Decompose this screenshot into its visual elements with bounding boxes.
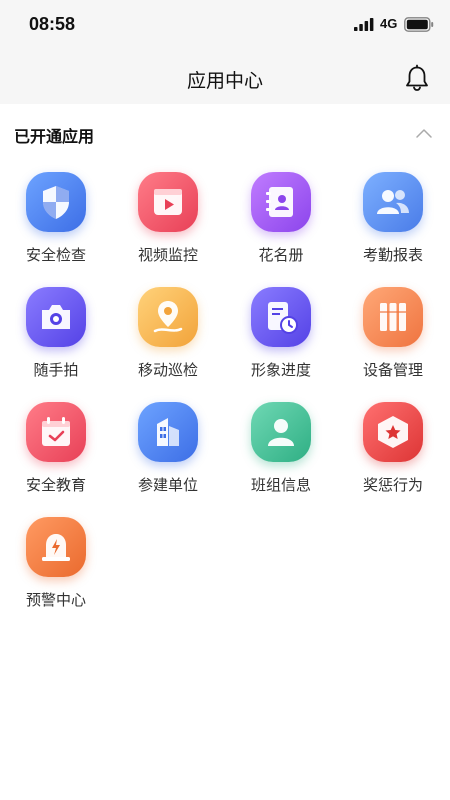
- people-icon: [363, 172, 423, 232]
- app-label: 花名册: [258, 246, 304, 264]
- camera-icon: [26, 287, 86, 347]
- app-label: 参建单位: [137, 476, 198, 494]
- app-label: 视频监控: [137, 246, 198, 264]
- app-label: 安全教育: [25, 476, 86, 494]
- nav-bar: 应用中心: [0, 52, 450, 104]
- app-label: 随手拍: [33, 361, 79, 379]
- app-label: 形象进度: [250, 361, 311, 379]
- chevron-up-icon[interactable]: [414, 126, 434, 140]
- location-icon: [138, 287, 198, 347]
- page-title: 应用中心: [186, 70, 263, 92]
- network-type: 4G: [380, 16, 398, 31]
- app-progress[interactable]: 形象进度: [225, 281, 337, 391]
- contacts-book-icon: [251, 172, 311, 232]
- app-snapshot[interactable]: 随手拍: [0, 281, 112, 391]
- video-icon: [138, 172, 198, 232]
- app-label: 预警中心: [25, 591, 86, 609]
- app-label: 移动巡检: [137, 361, 198, 379]
- app-mobile-patrol[interactable]: 移动巡检: [112, 281, 224, 391]
- app-label: 奖惩行为: [362, 476, 423, 494]
- person-icon: [251, 402, 311, 462]
- signal-icon: [354, 18, 374, 31]
- status-bar: 08:58 4G: [0, 0, 450, 52]
- app-label: 设备管理: [362, 361, 423, 379]
- app-participating-units[interactable]: 参建单位: [112, 396, 224, 506]
- binders-icon: [363, 287, 423, 347]
- app-safety-inspection[interactable]: 安全检查: [0, 166, 112, 276]
- alarm-light-icon: [26, 517, 86, 577]
- app-video-monitoring[interactable]: 视频监控: [112, 166, 224, 276]
- app-label: 安全检查: [25, 246, 86, 264]
- app-attendance-report[interactable]: 考勤报表: [337, 166, 449, 276]
- progress-clock-icon: [251, 287, 311, 347]
- app-safety-education[interactable]: 安全教育: [0, 396, 112, 506]
- app-label: 班组信息: [250, 476, 311, 494]
- app-rewards-penalties[interactable]: 奖惩行为: [337, 396, 449, 506]
- section-header: 已开通应用: [0, 104, 450, 160]
- bell-icon[interactable]: [403, 64, 431, 92]
- app-equipment-management[interactable]: 设备管理: [337, 281, 449, 391]
- section-title: 已开通应用: [14, 127, 95, 146]
- calendar-check-icon: [26, 402, 86, 462]
- building-icon: [138, 402, 198, 462]
- battery-icon: [404, 17, 434, 32]
- app-alert-center[interactable]: 预警中心: [0, 511, 112, 621]
- app-team-info[interactable]: 班组信息: [225, 396, 337, 506]
- status-time: 08:58: [29, 14, 76, 34]
- badge-star-icon: [363, 402, 423, 462]
- app-roster[interactable]: 花名册: [225, 166, 337, 276]
- app-label: 考勤报表: [362, 246, 423, 264]
- shield-icon: [26, 172, 86, 232]
